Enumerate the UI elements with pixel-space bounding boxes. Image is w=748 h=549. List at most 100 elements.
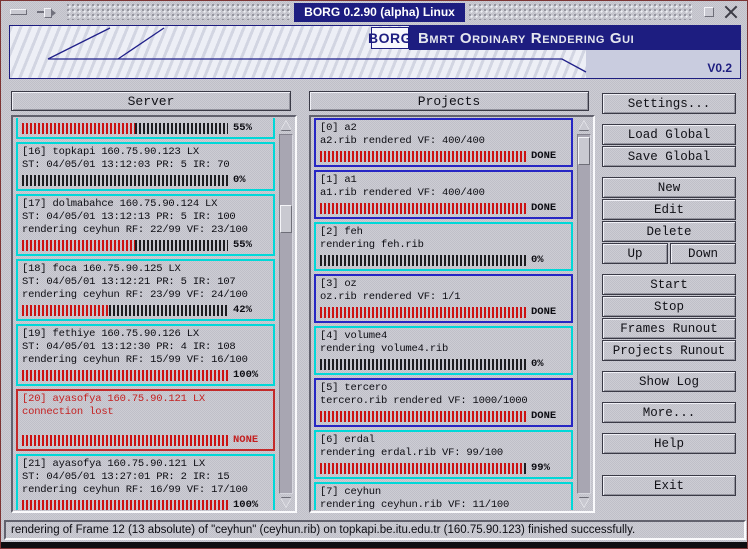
maximize-icon[interactable] [704,7,714,17]
progress-fill [320,411,526,422]
progress-label: 100% [233,499,269,510]
server-item[interactable]: [20] ayasofya 160.75.90.121 LXconnection… [16,389,275,451]
progress-bar [320,255,526,266]
pin-icon[interactable] [37,7,55,17]
scroll-up-button[interactable] [576,118,592,133]
project-item-text-line: [6] erdal [320,434,567,447]
pin-icon-body [44,8,52,18]
projects-runout-button[interactable]: Projects Runout [602,340,736,361]
scroll-up-button[interactable] [278,118,294,133]
button-row: Settings... [602,93,736,114]
server-item-text-line: ST: 04/05/01 13:12:30 PR: 4 IR: 108 [22,341,269,354]
title-bar-texture[interactable] [67,4,290,20]
down-button[interactable]: Down [670,243,736,264]
project-item[interactable]: [1] a1a1.rib rendered VF: 400/400DONE [314,170,573,219]
server-item[interactable]: [21] ayasofya 160.75.90.121 LXST: 04/05/… [16,454,275,510]
button-row: Exit [602,475,736,496]
scroll-down-button[interactable] [576,495,592,510]
server-item-text-line: [20] ayasofya 160.75.90.121 LX [22,393,269,406]
progress-fill [320,463,524,474]
server-item[interactable]: 55% [16,118,275,139]
progress-fill [320,307,526,318]
project-item[interactable]: [6] erdalrendering erdal.rib VF: 99/1009… [314,430,573,479]
more-button[interactable]: More... [602,402,736,423]
start-button[interactable]: Start [602,274,736,295]
project-item[interactable]: [3] ozoz.rib rendered VF: 1/1DONE [314,274,573,323]
new-button[interactable]: New [602,177,736,198]
server-item[interactable]: [18] foca 160.75.90.125 LXST: 04/05/01 1… [16,259,275,321]
progress-rest [135,123,228,134]
up-button[interactable]: Up [602,243,668,264]
progress-row: DONE [320,150,567,162]
server-item[interactable]: [17] dolmabahce 160.75.90.124 LXST: 04/0… [16,194,275,256]
button-group: More... [602,402,736,423]
edit-button[interactable]: Edit [602,199,736,220]
scrollbar-thumb[interactable] [280,205,292,233]
stop-button[interactable]: Stop [602,296,736,317]
project-item[interactable]: [4] volume4rendering volume4.rib0% [314,326,573,375]
progress-label: 0% [531,254,567,266]
scrollbar-track[interactable] [577,134,591,494]
banner-logo: BORG [371,27,409,49]
scrollbar-thumb[interactable] [578,137,590,165]
progress-bar [22,123,228,134]
progress-bar [22,500,228,511]
progress-fill [320,151,526,162]
progress-bar [320,411,526,422]
progress-fill [22,305,109,316]
server-item-text-line: [16] topkapi 160.75.90.123 LX [22,146,269,159]
projects-scrollbar[interactable] [576,118,592,510]
progress-rest [320,359,526,370]
project-item[interactable]: [0] a2a2.rib rendered VF: 400/400DONE [314,118,573,167]
progress-row: 0% [22,174,269,186]
progress-rest [135,240,228,251]
exit-button[interactable]: Exit [602,475,736,496]
progress-row: DONE [320,410,567,422]
progress-row: 100% [22,499,269,510]
banner-title: Bmrt Ordinary Rendering Gui [409,30,634,47]
progress-rest [109,305,228,316]
save-global-button[interactable]: Save Global [602,146,736,167]
progress-row: 0% [320,254,567,266]
settings-button[interactable]: Settings... [602,93,736,114]
title-bar-texture[interactable] [469,4,692,20]
progress-label: DONE [531,150,567,162]
scroll-down-button[interactable] [278,495,294,510]
progress-label: 55% [233,122,269,134]
button-row: UpDown [602,243,736,264]
button-row: Help [602,433,736,454]
button-row: Start [602,274,736,295]
progress-label: 99% [531,462,567,474]
server-item-text-line: connection lost [22,406,269,419]
progress-label: 0% [531,358,567,370]
project-item[interactable]: [7] ceyhunrendering ceyhun.rib VF: 11/10… [314,482,573,510]
progress-label: 0% [233,174,269,186]
delete-button[interactable]: Delete [602,221,736,242]
scrollbar-track[interactable] [279,134,293,494]
server-item-text-line: [17] dolmabahce 160.75.90.124 LX [22,198,269,211]
project-item-text-line: [4] volume4 [320,330,567,343]
progress-label: 100% [233,369,269,381]
show-log-button[interactable]: Show Log [602,371,736,392]
minimize-icon[interactable] [10,9,27,15]
server-scrollbar[interactable] [278,118,294,510]
project-item[interactable]: [2] fehrendering feh.rib0% [314,222,573,271]
frames-runout-button[interactable]: Frames Runout [602,318,736,339]
button-row: Show Log [602,371,736,392]
load-global-button[interactable]: Load Global [602,124,736,145]
server-item[interactable]: [19] fethiye 160.75.90.126 LXST: 04/05/0… [16,324,275,386]
progress-label: DONE [531,202,567,214]
close-icon[interactable] [724,5,738,19]
server-item[interactable]: [16] topkapi 160.75.90.123 LXST: 04/05/0… [16,142,275,191]
progress-row: 0% [320,358,567,370]
progress-row: NONE [22,434,269,446]
app-banner: Bmrt Ordinary Rendering Gui BORG V0.2 [9,25,741,79]
project-item-text-line: a2.rib rendered VF: 400/400 [320,135,567,148]
help-button[interactable]: Help [602,433,736,454]
projects-list-box: [0] a2a2.rib rendered VF: 400/400DONE[1]… [309,115,595,513]
arrow-up-icon [281,121,291,130]
progress-label: DONE [531,410,567,422]
progress-fill [22,123,135,134]
server-item-text-line: [18] foca 160.75.90.125 LX [22,263,269,276]
project-item[interactable]: [5] tercerotercero.rib rendered VF: 1000… [314,378,573,427]
